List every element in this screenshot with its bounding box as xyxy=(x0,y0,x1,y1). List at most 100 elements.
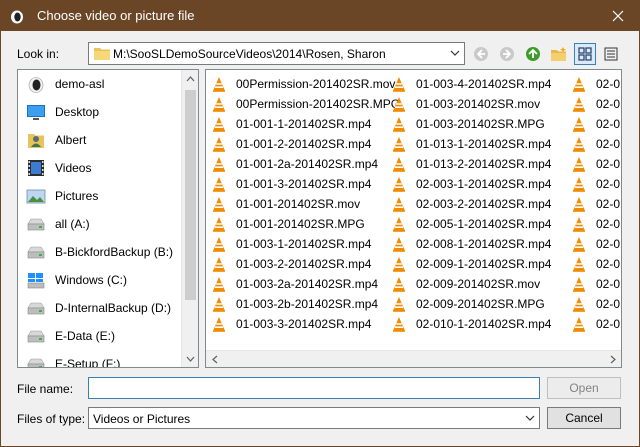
file-item[interactable]: 01-003-2a-201402SR.mp4 xyxy=(211,274,386,294)
vlc-file-icon xyxy=(571,216,587,232)
file-name: 00Permission-201402SR.mov xyxy=(236,77,396,91)
sidebar-item[interactable]: Pictures xyxy=(18,182,181,210)
file-item[interactable]: 01-001-2a-201402SR.mp4 xyxy=(211,154,386,174)
windows-drive-icon xyxy=(26,271,46,289)
file-item[interactable]: 02-014-1- xyxy=(571,174,621,194)
chevron-up-icon xyxy=(186,75,195,81)
sidebar-item-label: B-BickfordBackup (B:) xyxy=(55,245,174,259)
vlc-file-icon xyxy=(571,256,587,272)
vlc-file-icon xyxy=(571,136,587,152)
file-item[interactable]: 02-012-1- xyxy=(571,134,621,154)
file-item[interactable]: 02-003-1-201402SR.mp4 xyxy=(391,174,566,194)
new-folder-button[interactable] xyxy=(548,43,570,65)
file-item[interactable]: 02-016-1- xyxy=(571,234,621,254)
file-name: 02-015-2- xyxy=(596,217,621,231)
vlc-file-icon xyxy=(211,256,227,272)
file-name-input[interactable] xyxy=(88,377,540,399)
file-name: 02-010-20 xyxy=(596,97,621,111)
vlc-file-icon xyxy=(391,196,407,212)
view-icons-button[interactable] xyxy=(574,43,596,65)
file-name: 01-001-2a-201402SR.mp4 xyxy=(236,157,379,171)
vlc-file-icon xyxy=(211,316,227,332)
file-name: 02-009-201402SR.MPG xyxy=(416,297,545,311)
scroll-down-button[interactable] xyxy=(182,350,198,367)
sidebar-item[interactable]: Videos xyxy=(18,154,181,182)
file-item[interactable]: 00Permission-201402SR.MPG xyxy=(211,94,400,114)
up-folder-button[interactable] xyxy=(522,43,544,65)
file-item[interactable]: 01-003-2-201402SR.mp4 xyxy=(211,254,386,274)
open-button[interactable]: Open xyxy=(547,377,621,399)
file-item[interactable]: 02-010-1-201402SR.mp4 xyxy=(391,314,566,334)
vlc-file-icon xyxy=(571,176,587,192)
file-item[interactable]: 02-015-2- xyxy=(571,214,621,234)
vlc-file-icon xyxy=(211,96,227,112)
file-name: 02-010-1-201402SR.mp4 xyxy=(416,317,552,331)
file-item[interactable]: 02-016-20 xyxy=(571,274,621,294)
file-item[interactable]: 02-010-20 xyxy=(571,94,621,114)
file-item[interactable]: 02-010-20 xyxy=(571,74,621,94)
back-button[interactable] xyxy=(470,43,492,65)
file-name: 01-001-3-201402SR.mp4 xyxy=(236,177,372,191)
file-item[interactable]: 02-008-1-201402SR.mp4 xyxy=(391,234,566,254)
sidebar-item[interactable]: E-Data (E:) xyxy=(18,322,181,350)
look-in-combobox[interactable]: M:\SooSLDemoSourceVideos\2014\Rosen, Sha… xyxy=(88,42,465,65)
sidebar-item[interactable]: Albert xyxy=(18,126,181,154)
file-name: 01-003-201402SR.mov xyxy=(416,97,541,111)
file-item[interactable]: 02-013-1- xyxy=(571,154,621,174)
file-item[interactable]: 01-001-201402SR.mov xyxy=(211,194,386,214)
vlc-file-icon xyxy=(391,96,407,112)
file-item[interactable]: 01-003-201402SR.MPG xyxy=(391,114,566,134)
user-folder-icon xyxy=(26,75,46,93)
vlc-file-icon xyxy=(211,196,227,212)
cancel-button[interactable]: Cancel xyxy=(547,407,621,429)
places-list: demo-asl Desktop Albert Videos Pictures all (… xyxy=(18,70,181,367)
file-item[interactable]: 01-003-3-201402SR.mp4 xyxy=(211,314,386,334)
file-item[interactable]: 01-001-1-201402SR.mp4 xyxy=(211,114,386,134)
file-item[interactable]: 02-009-201402SR.mov xyxy=(391,274,566,294)
sidebar-item[interactable]: B-BickfordBackup (B:) xyxy=(18,238,181,266)
vlc-file-icon xyxy=(571,76,587,92)
file-item[interactable]: 01-001-3-201402SR.mp4 xyxy=(211,174,386,194)
file-item[interactable]: 01-013-1-201402SR.mp4 xyxy=(391,134,566,154)
sidebar-item[interactable]: Desktop xyxy=(18,98,181,126)
file-type-select[interactable]: Videos or Pictures xyxy=(88,407,540,429)
vlc-file-icon xyxy=(571,316,587,332)
sidebar-item[interactable]: D-InternalBackup (D:) xyxy=(18,294,181,322)
close-button[interactable] xyxy=(596,0,640,31)
file-item[interactable]: 01-003-4-201402SR.mp4 xyxy=(391,74,566,94)
sidebar-item[interactable]: Windows (C:) xyxy=(18,266,181,294)
file-name: 02-016-20 xyxy=(596,277,621,291)
scroll-up-button[interactable] xyxy=(182,70,198,87)
view-list-button[interactable] xyxy=(600,43,622,65)
sidebar-item[interactable]: E-Setup (F:) xyxy=(18,350,181,367)
scrollbar-thumb[interactable] xyxy=(185,90,196,300)
file-item[interactable]: 02-017-1- xyxy=(571,294,621,314)
vlc-file-icon xyxy=(391,176,407,192)
file-item[interactable]: 01-001-201402SR.MPG xyxy=(211,214,386,234)
file-name: 01-003-4-201402SR.mp4 xyxy=(416,77,552,91)
sidebar-item[interactable]: all (A:) xyxy=(18,210,181,238)
file-name: 02-014-1- xyxy=(596,177,621,191)
file-name: 01-013-1-201402SR.mp4 xyxy=(416,137,552,151)
scroll-left-button[interactable] xyxy=(206,351,223,367)
file-item[interactable]: 00Permission-201402SR.mov xyxy=(211,74,395,94)
file-item[interactable]: 01-003-201402SR.mov xyxy=(391,94,566,114)
scroll-right-button[interactable] xyxy=(604,351,621,367)
file-item[interactable]: 02-005-1-201402SR.mp4 xyxy=(391,214,566,234)
sidebar-item[interactable]: demo-asl xyxy=(18,70,181,98)
file-item[interactable]: 01-013-2-201402SR.mp4 xyxy=(391,154,566,174)
file-item[interactable]: 02-011-1- xyxy=(571,114,621,134)
file-item[interactable]: 01-001-2-201402SR.mp4 xyxy=(211,134,386,154)
forward-button[interactable] xyxy=(496,43,518,65)
file-item[interactable]: 02-009-201402SR.MPG xyxy=(391,294,566,314)
file-item[interactable]: 02-009-1-201402SR.mp4 xyxy=(391,254,566,274)
sidebar-vertical-scrollbar[interactable] xyxy=(181,70,198,367)
file-item[interactable]: 02-003-2-201402SR.mp4 xyxy=(391,194,566,214)
file-item[interactable]: 01-003-2b-201402SR.mp4 xyxy=(211,294,386,314)
file-item[interactable]: 01-003-1-201402SR.mp4 xyxy=(211,234,386,254)
file-horizontal-scrollbar[interactable] xyxy=(206,350,621,367)
file-item[interactable]: 02-016-20 xyxy=(571,254,621,274)
file-name: 02-003-1-201402SR.mp4 xyxy=(416,177,552,191)
file-item[interactable]: 02-018-1- xyxy=(571,314,621,334)
file-item[interactable]: 02-015-1- xyxy=(571,194,621,214)
